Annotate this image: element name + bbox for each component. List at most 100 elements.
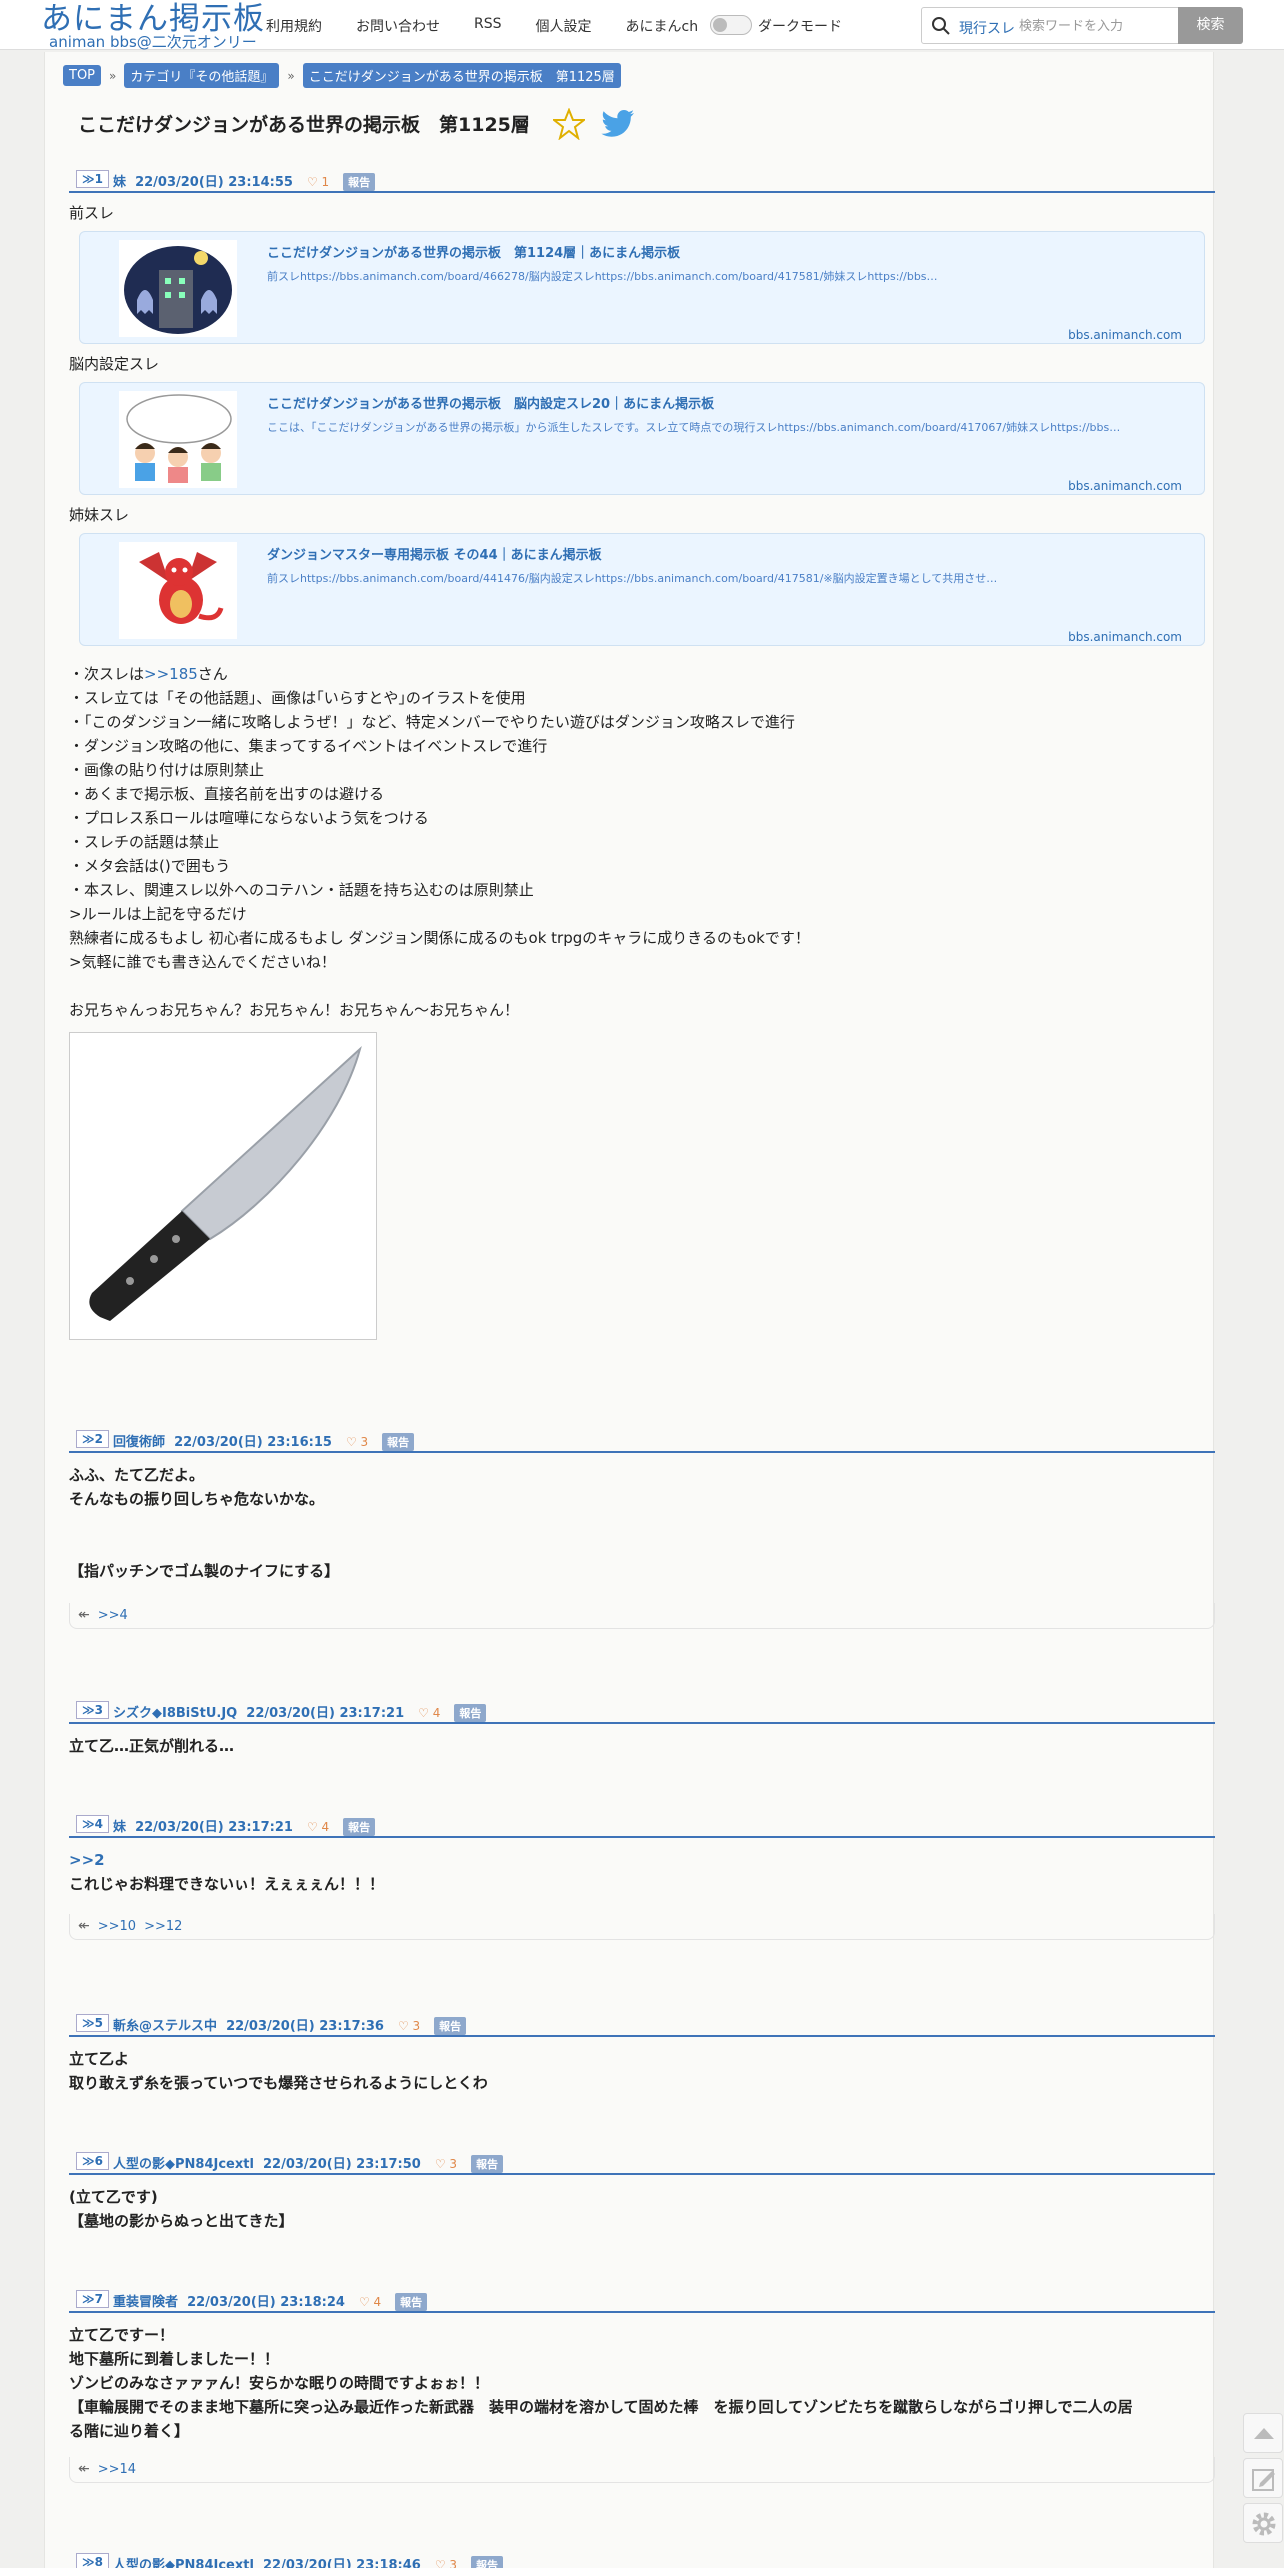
reply-link[interactable]: >>10 [98, 1919, 136, 1934]
report-button[interactable]: 報告 [395, 2293, 428, 2311]
rule-line: ・画像の貼り付けは原則禁止 [69, 761, 265, 779]
scroll-top-button[interactable] [1243, 2413, 1283, 2453]
like-count: 1 [321, 175, 330, 189]
post-date: 22/03/20(日) 23:17:36 [226, 2019, 384, 2034]
like-button[interactable]: ♡ 4 [418, 1706, 440, 1720]
twitter-icon[interactable] [601, 110, 635, 138]
breadcrumb-category[interactable]: カテゴリ『その他話題』 [124, 63, 280, 88]
post-number[interactable]: ≫8 [76, 2553, 109, 2568]
reply-anchor-link[interactable]: >>185 [144, 665, 198, 683]
report-button[interactable]: 報告 [434, 2017, 467, 2035]
post-number[interactable]: ≫2 [76, 1430, 109, 1448]
reply-link[interactable]: >>12 [144, 1919, 182, 1934]
report-button[interactable]: 報告 [454, 1704, 487, 1722]
nav-rss[interactable]: RSS [474, 16, 502, 36]
search-input[interactable] [1019, 13, 1139, 39]
like-button[interactable]: ♡ 3 [435, 2157, 457, 2171]
search-scope[interactable]: 現行スレ [959, 18, 1015, 38]
like-button[interactable]: ♡ 1 [307, 175, 329, 189]
rule-line: ・あくまで掲示板、直接名前を出すのは避ける [69, 785, 385, 803]
reply-arrow-icon: ↞ [78, 1918, 90, 1934]
post-number-text[interactable]: 5 [95, 2016, 103, 2030]
poster-name: 人型の影◆PN84Jcextl [113, 2558, 254, 2568]
link-card-description: 前スレhttps://bbs.animanch.com/board/441476… [267, 572, 998, 585]
search-button[interactable]: 検索 [1178, 7, 1243, 44]
post-image[interactable] [69, 1032, 377, 1340]
link-card[interactable]: ここだけダンジョンがある世界の掲示板 第1124層｜あにまん掲示板 前スレhtt… [79, 231, 1205, 344]
favorite-star-icon[interactable] [553, 108, 585, 140]
site-logo[interactable]: あにまん掲示板 animan bbs@二次元オンリー [41, 2, 265, 51]
thinking-kids-thumbnail [119, 391, 237, 488]
post-body: ふふ、たて乙だよ。 そんなもの振り回しちゃ危ないかな。 【指パッチンでゴム製のナ… [69, 1463, 1215, 1583]
link-card[interactable]: ダンジョンマスター専用掲示板 その44｜あにまん掲示板 前スレhttps://b… [79, 533, 1205, 646]
pencil-icon [1252, 2469, 1275, 2491]
report-button[interactable]: 報告 [471, 2556, 504, 2568]
post-number-text[interactable]: 7 [95, 2292, 103, 2306]
breadcrumb-thread[interactable]: ここだけダンジョンがある世界の掲示板 第1125層 [302, 63, 621, 88]
like-button[interactable]: ♡ 4 [307, 1820, 329, 1834]
like-button[interactable]: ♡ 3 [346, 1435, 368, 1449]
link-card[interactable]: ここだけダンジョンがある世界の掲示板 脳内設定スレ20｜あにまん掲示板 ここは、… [79, 382, 1205, 495]
post-number-text[interactable]: 4 [95, 1817, 103, 1831]
link-card-title[interactable]: ダンジョンマスター専用掲示板 その44｜あにまん掲示板 [267, 544, 602, 568]
post-number[interactable]: ≫4 [76, 1815, 109, 1833]
reply-links: ↞ >>14 [69, 2457, 1215, 2483]
post-line: ふふ、たて乙だよ。 [69, 1466, 205, 1484]
post-line: ゾンビのみなさァァァん！安らかな眠りの時間ですよぉぉ！！ [69, 2374, 490, 2392]
link-card-title[interactable]: ここだけダンジョンがある世界の掲示板 第1124層｜あにまん掲示板 [267, 242, 680, 266]
reply-link[interactable]: >>4 [98, 1608, 128, 1623]
post-number[interactable]: ≫6 [76, 2152, 109, 2170]
post-number[interactable]: ≫7 [76, 2290, 109, 2308]
breadcrumb-separator: » [109, 68, 117, 83]
report-button[interactable]: 報告 [343, 173, 376, 191]
post-date: 22/03/20(日) 23:18:46 [262, 2558, 421, 2568]
dark-mode-toggle[interactable] [710, 15, 752, 35]
reply-link[interactable]: >>14 [98, 2462, 136, 2477]
post-line: 立て乙…正気が削れる… [69, 1737, 235, 1755]
nav-contact[interactable]: お問い合わせ [356, 16, 440, 36]
write-post-button[interactable] [1243, 2458, 1283, 2498]
like-button[interactable]: ♡ 3 [435, 2558, 457, 2568]
post-number-text[interactable]: 2 [95, 1432, 103, 1446]
link-card-domain: bbs.animanch.com [1068, 630, 1182, 644]
rule-line: ・スレ立ては「その他話題」、画像は｢いらすとや｣のイラストを使用 [69, 689, 526, 707]
like-button[interactable]: ♡ 3 [398, 2019, 420, 2033]
post-info: 斬糸@ステルス中 22/03/20(日) 23:17:36 ♡ 3 報告 [113, 2015, 467, 2035]
link-card-title[interactable]: ここだけダンジョンがある世界の掲示板 脳内設定スレ20｜あにまん掲示板 [267, 393, 714, 417]
breadcrumb-top[interactable]: TOP [63, 65, 102, 86]
post-number[interactable]: ≫3 [76, 1701, 109, 1719]
reply-anchor-link[interactable]: >>2 [69, 1848, 1215, 1872]
report-button[interactable]: 報告 [471, 2155, 504, 2173]
site-header: あにまん掲示板 animan bbs@二次元オンリー 利用規約 お問い合わせ R… [0, 0, 1284, 50]
post-number-text[interactable]: 6 [95, 2154, 103, 2168]
post-date: 22/03/20(日) 23:14:55 [135, 175, 293, 190]
rules-next-prefix: ・次スレは [69, 665, 145, 683]
nav-terms[interactable]: 利用規約 [266, 16, 322, 36]
post-number[interactable]: ≫5 [76, 2014, 109, 2032]
toggle-knob [713, 18, 727, 32]
post-number-text[interactable]: 3 [95, 1703, 103, 1717]
post-header: ≫1 妹 22/03/20(日) 23:14:55 ♡ 1 報告 [69, 166, 1215, 193]
logo-title[interactable]: あにまん掲示板 [41, 2, 265, 36]
section-label: 前スレ [69, 204, 115, 222]
reply-links: ↞ >>10 >>12 [69, 1914, 1215, 1940]
like-count: 4 [432, 1706, 441, 1720]
nav-animanch[interactable]: あにまんch [626, 16, 699, 36]
poster-name: 斬糸@ステルス中 [113, 2019, 218, 2034]
post-line: 【車輪展開でそのまま地下墓所に突っ込み最近作った新武器 装甲の端材を溶かして固め… [69, 2398, 1133, 2416]
post-info: 人型の影◆PN84Jcextl 22/03/20(日) 23:17:50 ♡ 3 報… [113, 2153, 504, 2173]
post-number-text[interactable]: 1 [95, 172, 103, 186]
post-line: 【指パッチンでゴム製のナイフにする】 [69, 1562, 340, 1580]
report-button[interactable]: 報告 [382, 1433, 415, 1451]
post-number[interactable]: ≫1 [76, 170, 109, 188]
like-button[interactable]: ♡ 4 [359, 2295, 381, 2309]
post-4: ≫4 妹 22/03/20(日) 23:17:21 ♡ 4 報告 >>2 これじゃお… [69, 1811, 1215, 1940]
poster-name: 回復術師 [113, 1435, 166, 1450]
report-button[interactable]: 報告 [343, 1818, 376, 1836]
post-number-text[interactable]: 8 [95, 2555, 103, 2568]
post-date: 22/03/20(日) 23:18:24 [187, 2295, 345, 2310]
logo-subtitle: animan bbs@二次元オンリー [49, 33, 257, 51]
settings-button[interactable] [1243, 2503, 1283, 2543]
nav-settings[interactable]: 個人設定 [536, 16, 592, 36]
